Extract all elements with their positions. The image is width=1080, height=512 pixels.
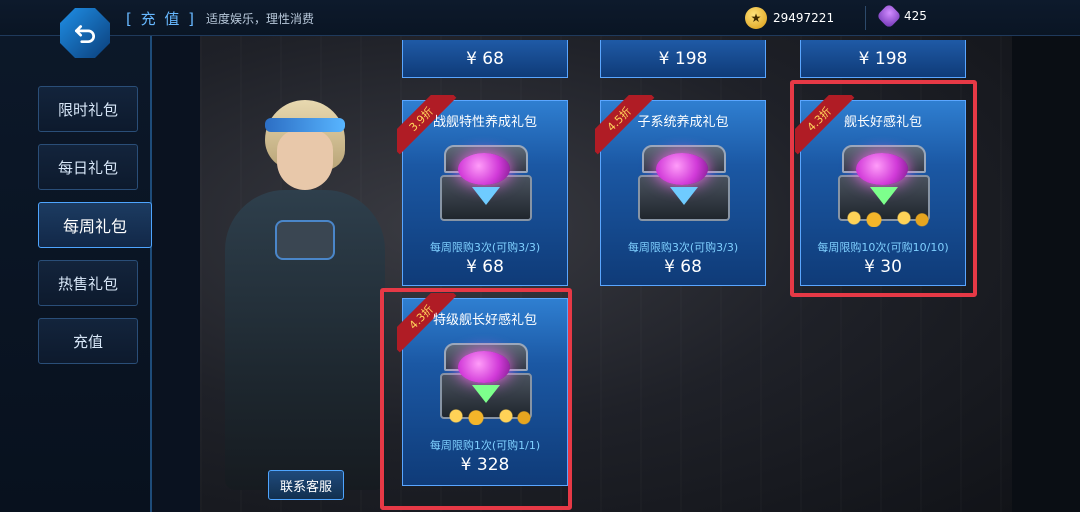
card-title: 特级舰长好感礼包	[432, 313, 537, 328]
gift-card-subsystem[interactable]: 4.5折 子系统养成礼包 每周限购3次(可购3/3) ¥ 68	[595, 95, 766, 286]
gem-icon	[876, 3, 902, 29]
gold-balance: ★ 29497221	[745, 7, 834, 29]
card-price: ¥ 68	[466, 257, 504, 277]
captain-visor	[265, 118, 345, 132]
right-edge	[1012, 36, 1080, 512]
gem-amount: 425	[904, 9, 927, 23]
gift-card-captain-affection[interactable]: 4.3折 舰长好感礼包 每周限购10次(可购10/10) ¥ 30	[795, 95, 966, 286]
treasure-chest-icon	[436, 337, 536, 433]
treasure-chest-icon	[834, 139, 934, 235]
card-limit: 每周限购10次(可购10/10)	[817, 241, 949, 254]
gem-balance: 425	[876, 3, 927, 29]
card-title: 子系统养成礼包	[637, 115, 729, 130]
sidebar-item-limited[interactable]: 限时礼包	[38, 86, 138, 132]
chest-icon	[634, 139, 734, 235]
card-price: ¥ 328	[460, 455, 510, 475]
card-price: ¥ 68	[664, 257, 702, 277]
sidebar-item-weekly[interactable]: 每周礼包	[38, 202, 152, 248]
customer-service-button[interactable]: 联系客服	[268, 470, 344, 500]
gold-amount: 29497221	[773, 11, 835, 25]
captain-chest-plate	[275, 220, 335, 260]
gift-card-warship-trait[interactable]: 3.9折 战舰特性养成礼包 每周限购3次(可购3/3) ¥ 68	[397, 95, 568, 286]
sidebar-item-hot[interactable]: 热售礼包	[38, 260, 138, 306]
card-title: 战舰特性养成礼包	[432, 115, 537, 130]
prev-card-price-3: ¥ 198	[800, 40, 966, 78]
card-limit: 每周限购3次(可购3/3)	[429, 241, 541, 254]
page-subtitle: 适度娱乐，理性消费	[206, 12, 315, 26]
back-arrow-icon	[74, 25, 95, 44]
gift-card-premium-captain-affection[interactable]: 4.3折 特级舰长好感礼包 每周限购1次(可购1/1) ¥ 328	[397, 293, 568, 486]
gold-coin-icon: ★	[745, 7, 767, 29]
divider	[865, 6, 866, 30]
sidebar: 限时礼包 每日礼包 每周礼包 热售礼包 充值	[0, 36, 152, 512]
top-bar: [ 充 值 ] 适度娱乐，理性消费 ★ 29497221 425	[0, 0, 1080, 36]
sidebar-item-daily[interactable]: 每日礼包	[38, 144, 138, 190]
chest-icon	[436, 139, 536, 235]
prev-card-price-2: ¥ 198	[600, 40, 766, 78]
back-button[interactable]	[60, 8, 110, 58]
sidebar-item-recharge[interactable]: 充值	[38, 318, 138, 364]
captain-illustration	[205, 90, 405, 490]
page-title: [ 充 值 ]	[126, 10, 197, 28]
prev-card-price-1: ¥ 68	[402, 40, 568, 78]
card-limit: 每周限购3次(可购3/3)	[627, 241, 739, 254]
card-price: ¥ 30	[864, 257, 902, 277]
card-title: 舰长好感礼包	[843, 115, 922, 130]
captain-face	[277, 130, 333, 190]
card-limit: 每周限购1次(可购1/1)	[429, 439, 541, 452]
